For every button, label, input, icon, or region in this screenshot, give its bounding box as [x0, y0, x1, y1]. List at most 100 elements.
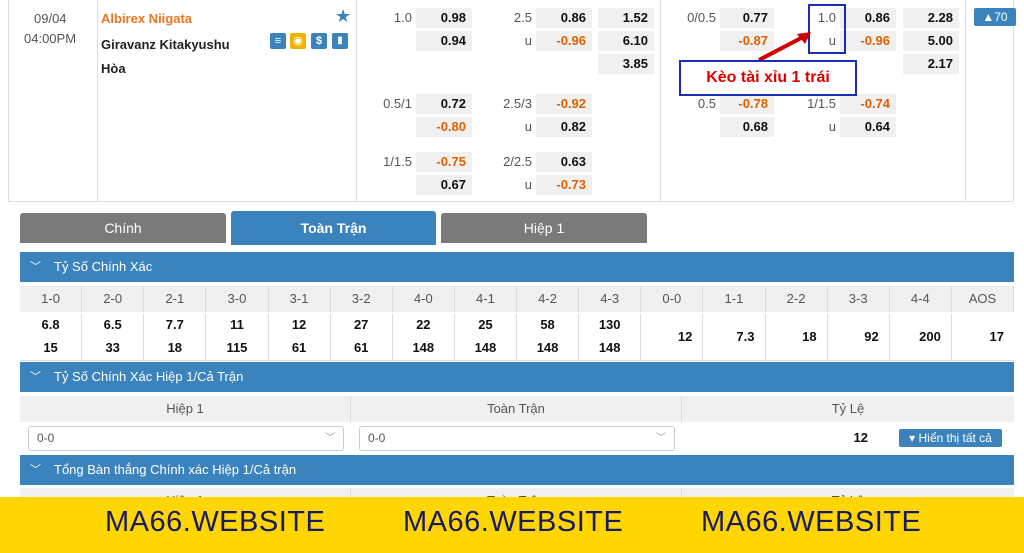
home-team[interactable]: Albirex Niigata [101, 11, 192, 26]
score-odds-away[interactable]: 33 [82, 337, 145, 360]
odds-cell[interactable]: 0.64 [840, 117, 896, 137]
odds-cell[interactable]: -0.80 [416, 117, 472, 137]
section-total-goals[interactable]: ﹀ Tổng Bàn thắng Chính xác Hiệp 1/Cả trận [20, 455, 1014, 485]
score-odds-away[interactable]: 15 [20, 337, 83, 360]
odds-cell[interactable]: 6.10 [598, 31, 654, 51]
chevron-down-icon: ﹀ [30, 371, 41, 383]
odds-cell[interactable]: 0.82 [536, 117, 592, 137]
score-odds-away[interactable]: 148 [517, 337, 580, 360]
money-icon[interactable]: $ [311, 33, 327, 49]
hdp-line: 1/1.5 [383, 154, 412, 169]
score-odds-home[interactable]: 6.8 [20, 314, 83, 337]
odds-cell[interactable]: -0.96 [840, 31, 896, 51]
score-odds-home[interactable]: 27 [331, 314, 393, 337]
rate-value[interactable]: 12 [820, 430, 868, 445]
score-odds-home[interactable]: 12 [269, 314, 331, 337]
under-label: u [524, 177, 532, 192]
odds-cell[interactable]: 0.86 [536, 8, 592, 28]
score-odds-away[interactable]: 115 [206, 337, 269, 360]
odds-cell[interactable]: -0.78 [720, 94, 774, 114]
ou-line: 2.5 [513, 10, 532, 25]
tab-main[interactable]: Chính [20, 213, 226, 243]
odds-cell[interactable]: 0.63 [536, 152, 592, 172]
more-markets-button[interactable]: ▲70 [974, 8, 1016, 26]
score-odds-away[interactable]: 148 [579, 337, 642, 360]
score-header: 3-1 [268, 286, 331, 312]
score-odds-away[interactable]: 148 [455, 337, 517, 360]
divider [97, 0, 98, 202]
score-odds-home[interactable]: 22 [393, 314, 455, 337]
score-odds-away[interactable]: 61 [331, 337, 393, 360]
odds-cell[interactable]: 5.00 [903, 31, 959, 51]
score-odds-away[interactable]: 18 [144, 337, 207, 360]
favorite-star-icon[interactable]: ★ [335, 6, 351, 27]
odds-cell[interactable]: 0.68 [720, 117, 774, 137]
odds-cell[interactable]: -0.75 [416, 152, 472, 172]
divider [660, 0, 661, 202]
odds-cell[interactable]: 2.28 [903, 8, 959, 28]
odds-cell[interactable]: 3.85 [598, 54, 654, 74]
full-match-select[interactable]: 0-0 ﹀ [359, 426, 675, 451]
ou-line: 2/2.5 [503, 154, 532, 169]
section-ht-ft-score[interactable]: ﹀ Tỷ Số Chính Xác Hiệp 1/Cả Trận [20, 362, 1014, 392]
hdp-line: 0.5 [697, 96, 716, 111]
section-correct-score[interactable]: ﹀ Tỷ Số Chính Xác [20, 252, 1014, 282]
score-header: 3-0 [206, 286, 269, 312]
score-odds-home[interactable]: 11 [206, 314, 269, 337]
score-odds-home[interactable]: 130 [579, 314, 642, 337]
match-date: 09/04 [34, 11, 67, 26]
tab-first-half[interactable]: Hiệp 1 [441, 213, 647, 243]
chart-icon[interactable]: ▮ [332, 33, 348, 49]
score-header: 1-0 [20, 286, 83, 312]
stats-icon[interactable]: ≡ [270, 33, 286, 49]
odds-cell[interactable]: -0.73 [536, 175, 592, 195]
odds-cell[interactable]: 0.86 [840, 8, 896, 28]
odds-cell[interactable]: -0.92 [536, 94, 592, 114]
select-value: 0-0 [368, 431, 386, 445]
odds-cell[interactable]: 0.98 [416, 8, 472, 28]
col-header: Toàn Trận [351, 396, 682, 422]
chevron-down-icon: ﹀ [30, 464, 41, 476]
divider [965, 0, 966, 202]
odds-cell[interactable]: -0.96 [536, 31, 592, 51]
match-time: 04:00PM [24, 31, 77, 46]
score-odds-draw[interactable]: 7.3 [703, 314, 766, 360]
odds-cell[interactable]: 0.94 [416, 31, 472, 51]
show-all-button[interactable]: ▾ Hiển thị tất cả [899, 429, 1002, 447]
hdp-line: 0/0.5 [687, 10, 716, 25]
score-odds-home[interactable]: 25 [455, 314, 517, 337]
odds-cell[interactable]: 1.52 [598, 8, 654, 28]
section-title: Tỷ Số Chính Xác [54, 259, 153, 274]
section-title: Tỷ Số Chính Xác Hiệp 1/Cả Trận [54, 369, 244, 384]
score-odds-draw[interactable]: 12 [641, 314, 704, 360]
odds-cell[interactable]: 0.67 [416, 175, 472, 195]
live-icon[interactable]: ◉ [290, 33, 306, 49]
score-odds-home[interactable]: 58 [517, 314, 580, 337]
score-odds-home[interactable]: 6.5 [82, 314, 145, 337]
score-odds-draw[interactable]: 18 [766, 314, 828, 360]
score-odds-draw[interactable]: 200 [890, 314, 952, 360]
score-odds-away[interactable]: 61 [269, 337, 331, 360]
odds-cell[interactable]: 0.72 [416, 94, 472, 114]
score-odds-home[interactable]: 7.7 [144, 314, 207, 337]
draw-label: Hòa [101, 61, 126, 76]
away-team[interactable]: Giravanz Kitakyushu [101, 37, 230, 52]
chevron-down-icon: ﹀ [30, 261, 41, 273]
watermark-text: MA66.WEBSITE [701, 506, 922, 538]
col-header: Hiệp 1 [20, 396, 351, 422]
under-label: u [524, 33, 532, 48]
score-header: 2-2 [765, 286, 828, 312]
odds-cell[interactable]: 0.77 [720, 8, 774, 28]
first-half-select[interactable]: 0-0 ﹀ [28, 426, 344, 451]
score-header: AOS [951, 286, 1014, 312]
chevron-down-icon: ﹀ [325, 433, 335, 444]
score-odds-away[interactable]: 148 [393, 337, 455, 360]
score-odds-draw[interactable]: 17 [952, 314, 1014, 360]
odds-cell[interactable]: 2.17 [903, 54, 959, 74]
ou-line: 1/1.5 [807, 96, 836, 111]
tab-full-match[interactable]: Toàn Trận [231, 211, 436, 245]
score-header: 4-4 [889, 286, 952, 312]
odds-cell[interactable]: -0.74 [840, 94, 896, 114]
score-odds-draw[interactable]: 92 [828, 314, 890, 360]
hdp-line: 0.5/1 [383, 96, 412, 111]
